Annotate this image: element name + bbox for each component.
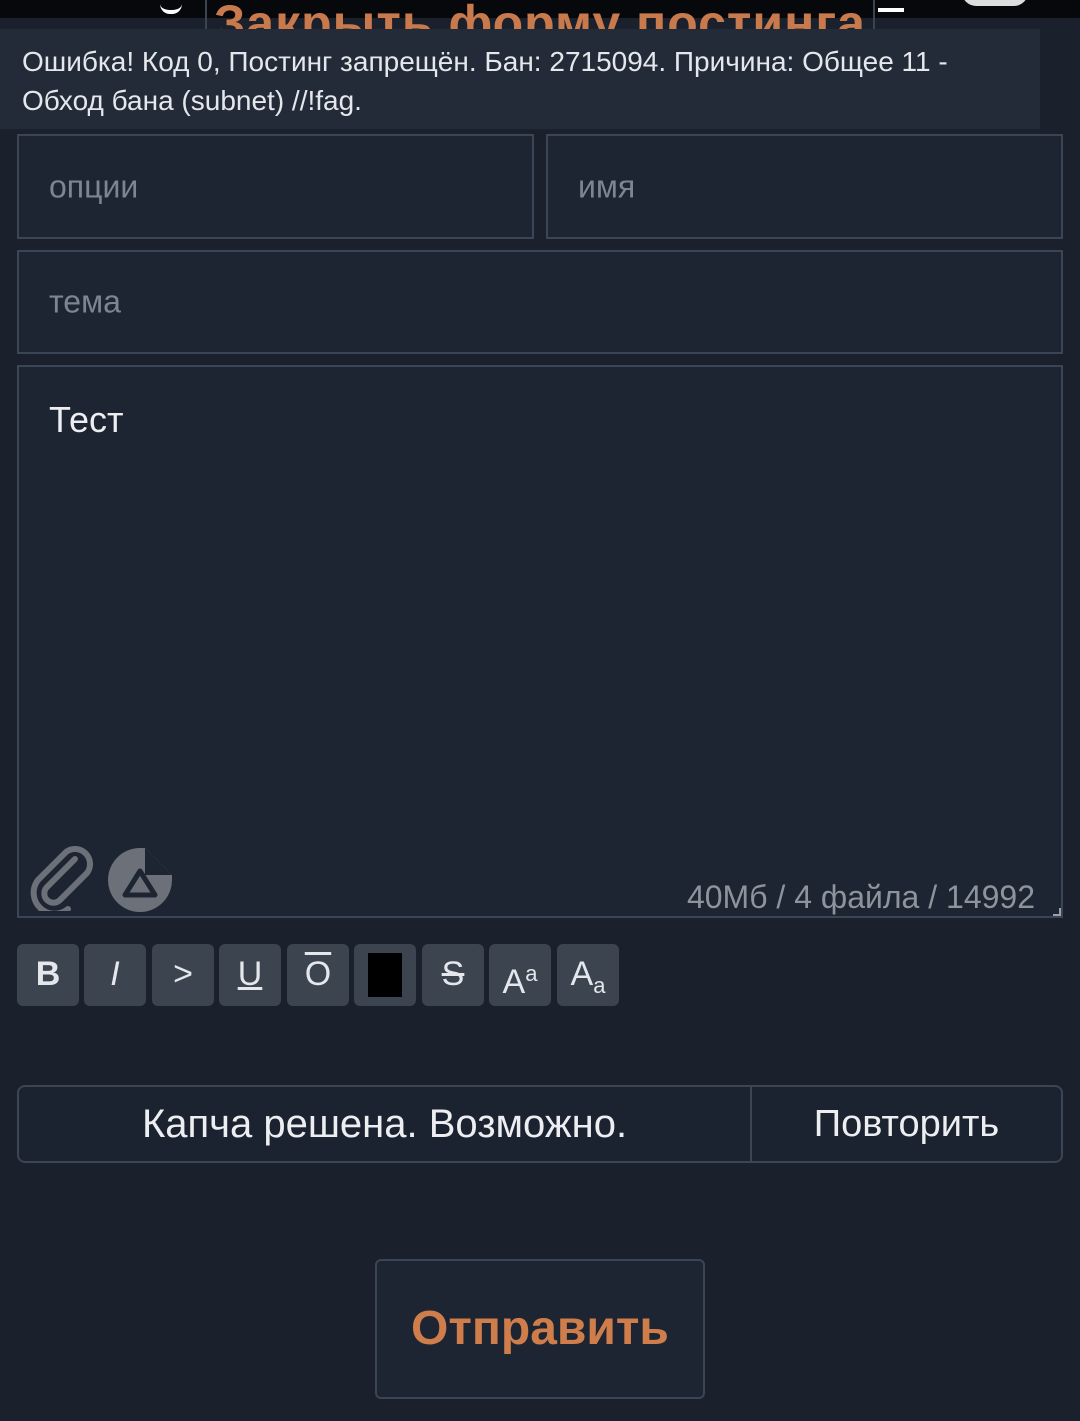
- superscript-button[interactable]: Aa: [489, 944, 551, 1006]
- status-icon: [878, 0, 904, 12]
- quote-button[interactable]: >: [152, 944, 214, 1006]
- comment-text: Тест: [49, 399, 124, 440]
- subscript-button[interactable]: Aa: [557, 944, 619, 1006]
- captcha-retry-button[interactable]: Повторить: [752, 1087, 1061, 1161]
- upload-limits: 40Мб / 4 файла / 14992: [686, 879, 1035, 915]
- options-field[interactable]: опции: [17, 134, 534, 239]
- underline-button[interactable]: U: [219, 944, 281, 1006]
- options-placeholder: опции: [49, 168, 139, 204]
- error-message-line: Ошибка! Код 0, Постинг запрещён. Бан: 27…: [22, 46, 948, 77]
- status-toggle-icon: [962, 0, 1028, 6]
- comment-textarea[interactable]: Тест 40Мб / 4 файла / 14992: [17, 365, 1063, 918]
- superscript-mark: a: [525, 961, 538, 986]
- error-banner: Ошибка! Код 0, Постинг запрещён. Бан: 27…: [0, 29, 1040, 129]
- captcha-status: Капча решена. Возможно.: [19, 1087, 752, 1161]
- strike-button[interactable]: S: [422, 944, 484, 1006]
- subscript-mark: a: [593, 973, 606, 998]
- overline-button[interactable]: O: [287, 944, 349, 1006]
- paperclip-icon[interactable]: [27, 845, 101, 917]
- color-button[interactable]: [354, 944, 416, 1006]
- sticker-icon[interactable]: [105, 845, 175, 915]
- status-icon: [160, 0, 182, 14]
- error-message-line: Обход бана (subnet) //!fag.: [22, 85, 362, 116]
- subject-field[interactable]: тема: [17, 250, 1063, 354]
- captcha-box: Капча решена. Возможно. Повторить: [17, 1085, 1063, 1163]
- subscript-label: A: [570, 955, 594, 993]
- resize-handle[interactable]: [1053, 908, 1061, 916]
- color-swatch-icon: [368, 953, 402, 997]
- name-placeholder: имя: [578, 168, 636, 204]
- italic-button[interactable]: I: [84, 944, 146, 1006]
- bold-button[interactable]: B: [17, 944, 79, 1006]
- superscript-label: A: [502, 963, 526, 1001]
- name-field[interactable]: имя: [546, 134, 1063, 239]
- subject-placeholder: тема: [49, 283, 121, 320]
- submit-button[interactable]: Отправить: [375, 1259, 705, 1399]
